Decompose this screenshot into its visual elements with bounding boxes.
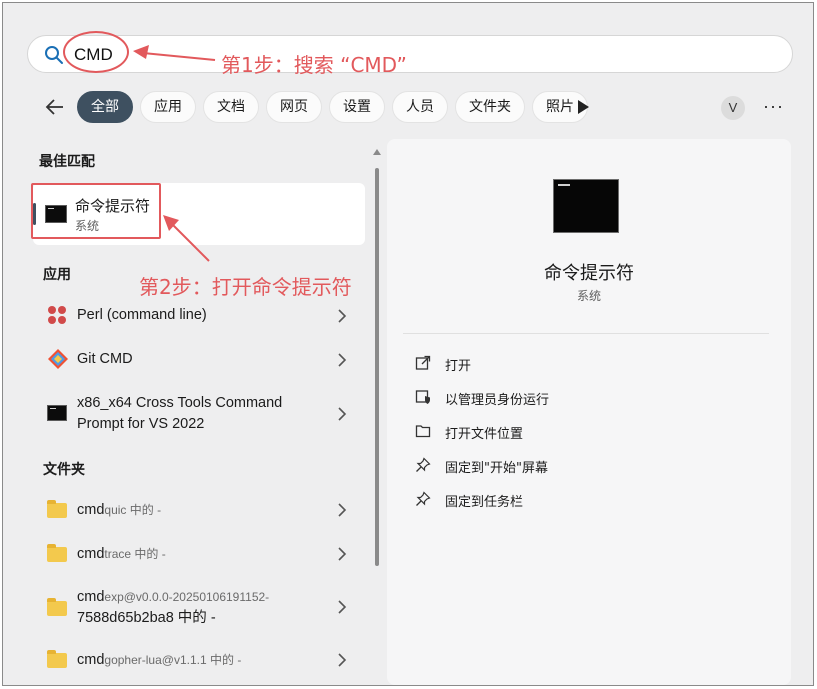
action-label: 固定到任务栏 [445, 495, 524, 510]
folder-item[interactable]: cmdgopher-lua@v1.1.1 中的 - [35, 647, 367, 673]
git-icon [48, 349, 68, 369]
more-filters-play-icon[interactable] [575, 98, 591, 116]
folder-icon [47, 500, 67, 518]
detail-panel: 命令提示符 系统 打开 以管理员身份运行 打开文件位置 固定到"开始"屏幕 固定… [387, 139, 791, 685]
annotation-box-step2 [31, 183, 161, 239]
terminal-icon [47, 405, 67, 421]
folder-path: trace 中的 - [104, 547, 166, 561]
chevron-right-icon[interactable] [337, 547, 347, 561]
app-label: Perl (command line) [77, 307, 207, 323]
folder-label: cmdexp@v0.0.0-20250106191152- [77, 587, 269, 608]
command-prompt-large-icon [553, 179, 619, 233]
folder-icon [415, 425, 431, 438]
chevron-right-icon[interactable] [337, 407, 347, 421]
section-apps: 应用 [43, 267, 71, 283]
action-open[interactable]: 打开 [415, 353, 755, 377]
detail-title: 命令提示符 [544, 263, 634, 284]
app-item-git-cmd[interactable]: Git CMD [35, 345, 367, 375]
app-item-perl[interactable]: Perl (command line) [35, 301, 367, 331]
chevron-right-icon[interactable] [337, 653, 347, 667]
match-text: cmd [77, 502, 105, 518]
match-text: cmd [77, 546, 105, 562]
open-external-icon [415, 355, 431, 370]
scroll-up-arrow-icon[interactable] [372, 148, 382, 156]
action-label: 打开文件位置 [445, 427, 524, 442]
annotation-step2: 第2步：打开命令提示符 [139, 275, 352, 299]
section-folders: 文件夹 [43, 462, 85, 478]
chevron-right-icon[interactable] [337, 503, 347, 517]
folder-label: cmdtrace 中的 - [77, 544, 166, 565]
chevron-right-icon[interactable] [337, 353, 347, 367]
scrollbar-thumb[interactable] [375, 168, 379, 566]
folder-item[interactable]: cmdtrace 中的 - [35, 541, 367, 567]
chip-people[interactable]: 人员 [392, 91, 448, 123]
more-options-icon[interactable]: ··· [763, 96, 784, 117]
app-label-line1: x86_x64 Cross Tools Command [77, 395, 283, 411]
folder-label: cmdquic 中的 - [77, 500, 161, 521]
app-label-line2: Prompt for VS 2022 [77, 416, 205, 432]
detail-subtitle: 系统 [576, 289, 601, 303]
folder-path: exp@v0.0.0-20250106191152- [104, 590, 270, 604]
match-text: cmd [77, 652, 105, 668]
chip-folders[interactable]: 文件夹 [455, 91, 525, 123]
action-pin-to-taskbar[interactable]: 固定到任务栏 [415, 489, 755, 513]
chevron-right-icon[interactable] [337, 309, 347, 323]
folder-item[interactable]: cmdexp@v0.0.0-20250106191152- 7588d65b2b… [35, 585, 367, 629]
action-label: 固定到"开始"屏幕 [445, 461, 548, 476]
search-window: 全部 应用 文档 网页 设置 人员 文件夹 照片 V ··· 最佳匹配 命令提示… [2, 2, 814, 686]
chip-settings[interactable]: 设置 [329, 91, 385, 123]
folder-label: cmdgopher-lua@v1.1.1 中的 - [77, 650, 241, 671]
folder-path: gopher-lua@v1.1.1 中的 - [104, 653, 242, 667]
pin-icon [416, 457, 431, 472]
folder-item[interactable]: cmdquic 中的 - [35, 497, 367, 523]
annotation-ellipse-step1 [63, 31, 129, 73]
app-item-cross-tools[interactable]: x86_x64 Cross Tools Command Prompt for V… [35, 393, 367, 437]
chip-apps[interactable]: 应用 [140, 91, 196, 123]
folder-path: quic 中的 - [104, 503, 162, 517]
shield-run-icon [415, 390, 430, 404]
divider [403, 333, 769, 334]
back-arrow-icon[interactable] [43, 95, 67, 119]
search-box[interactable] [27, 35, 793, 73]
action-label: 以管理员身份运行 [445, 393, 550, 408]
folder-icon [47, 598, 67, 616]
section-best-match: 最佳匹配 [39, 154, 95, 170]
perl-icon [48, 306, 66, 324]
annotation-step1: 第1步：搜索 “CMD” [221, 53, 407, 77]
action-label: 打开 [445, 359, 472, 374]
chip-documents[interactable]: 文档 [203, 91, 259, 123]
filter-chips: 全部 应用 文档 网页 设置 人员 文件夹 照片 [77, 91, 588, 123]
chip-all[interactable]: 全部 [77, 91, 133, 123]
app-label: Git CMD [77, 351, 133, 367]
chip-web[interactable]: 网页 [266, 91, 322, 123]
avatar[interactable]: V [721, 96, 745, 120]
folder-icon [47, 544, 67, 562]
pin-icon [416, 491, 431, 506]
action-pin-to-start[interactable]: 固定到"开始"屏幕 [415, 455, 755, 479]
action-open-file-location[interactable]: 打开文件位置 [415, 421, 755, 445]
match-text: cmd [77, 589, 105, 605]
action-run-as-admin[interactable]: 以管理员身份运行 [415, 387, 755, 411]
search-icon [45, 46, 63, 64]
folder-icon [47, 650, 67, 668]
chevron-right-icon[interactable] [337, 600, 347, 614]
folder-path-line2: 7588d65b2ba8 中的 - [77, 610, 216, 626]
